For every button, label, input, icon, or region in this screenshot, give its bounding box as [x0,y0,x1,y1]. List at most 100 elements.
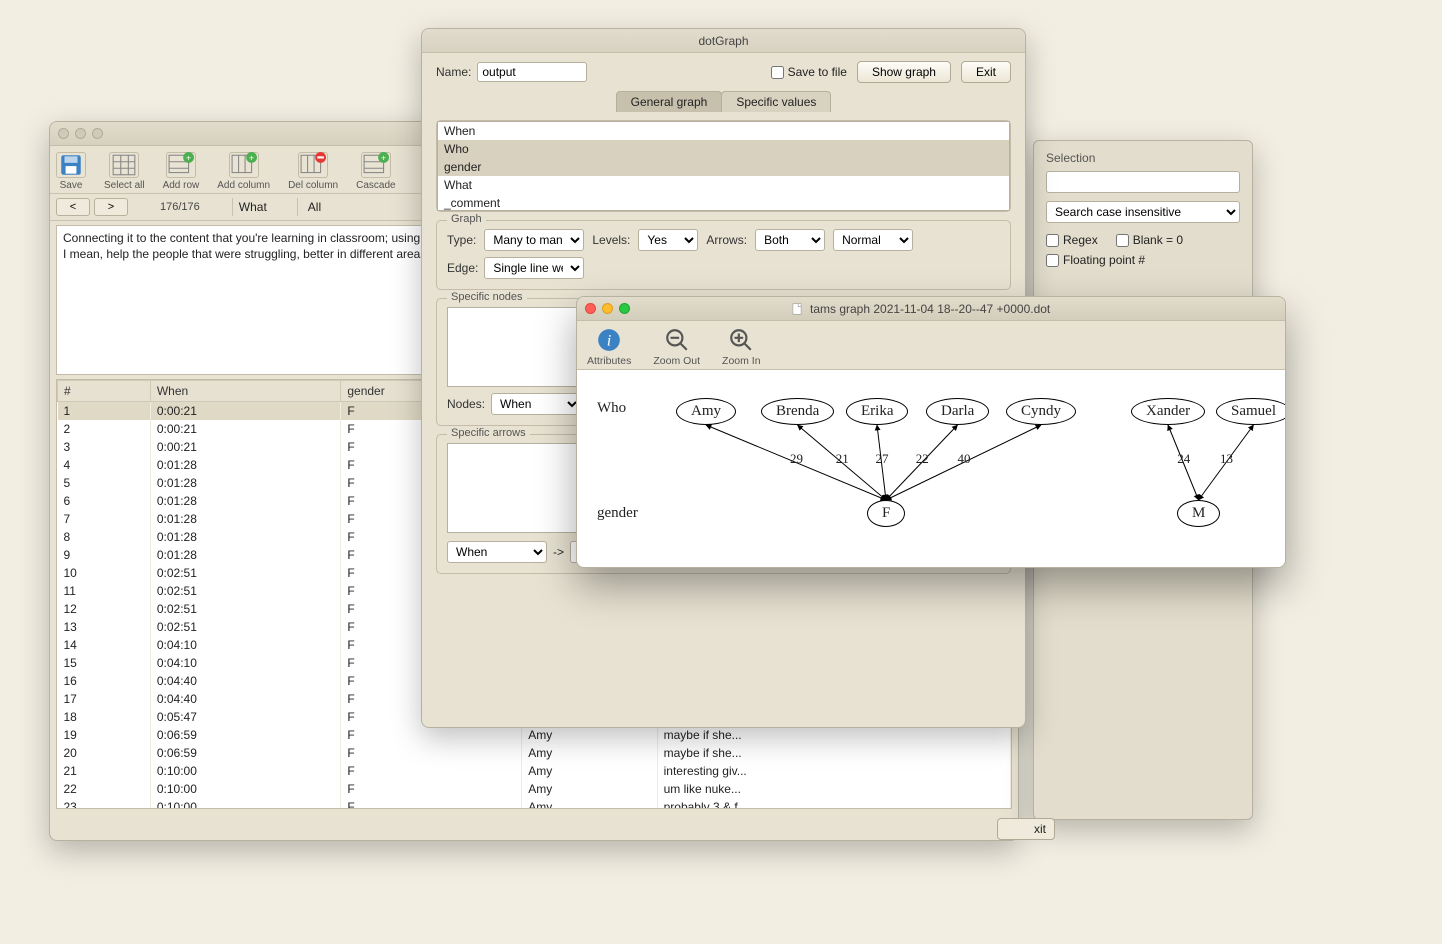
edge-label: Edge: [447,261,478,275]
table-row[interactable]: 190:06:59FAmymaybe if she... [58,726,1011,744]
dotgraph-titlebar[interactable]: dotGraph [422,29,1025,53]
select-all-button[interactable]: Select all [104,152,145,191]
type-label: Type: [447,233,476,247]
graph-viewer-window: tams graph 2021-11-04 18--20--47 +0000.d… [576,296,1286,568]
name-input[interactable] [477,62,587,82]
minimize-icon[interactable] [75,128,86,139]
zoom-out-icon [662,327,692,353]
minimize-icon[interactable] [602,303,613,314]
graph-node[interactable]: Xander [1131,398,1205,425]
edge-weight: 40 [958,451,971,467]
type-select[interactable]: Many to many [484,229,584,251]
zoom-out-button[interactable]: Zoom Out [653,327,700,367]
maximize-icon[interactable] [92,128,103,139]
zoom-in-icon [726,327,756,353]
graph-legend: Graph [447,213,486,225]
grid-plus-icon: + [166,152,196,178]
levels-label: Levels: [592,233,630,247]
arrow-style-select[interactable]: Normal [833,229,913,251]
nodes-select[interactable]: When [491,393,581,415]
graph-node[interactable]: Brenda [761,398,834,425]
edge-weight: 21 [836,451,849,467]
fields-listbox[interactable]: WhenWhogenderWhat_comment_coder [437,121,1010,211]
edge-weight: 29 [790,451,803,467]
table-row[interactable]: 230:10:00FAmyprobably 3 & f... [58,798,1011,809]
graph-title: tams graph 2021-11-04 18--20--47 +0000.d… [810,302,1050,316]
graph-node[interactable]: F [867,500,905,527]
edge-weight: 24 [1177,451,1190,467]
save-to-file-checkbox[interactable]: Save to file [771,65,847,79]
show-graph-button[interactable]: Show graph [857,61,951,83]
add-row-button[interactable]: + Add row [163,152,200,191]
svg-text:+: + [381,153,386,163]
list-item[interactable]: When [438,122,1009,140]
list-item[interactable]: Who [438,140,1009,158]
attributes-button[interactable]: i Attributes [587,327,631,367]
list-item[interactable]: gender [438,158,1009,176]
close-icon[interactable] [585,303,596,314]
document-icon [790,302,804,316]
toolbar-label: Del column [288,180,338,191]
graph-node[interactable]: Erika [846,398,908,425]
graph-canvas[interactable]: Who gender AmyBrendaErikaDarlaCyndyXande… [577,369,1285,568]
list-item[interactable]: _comment [438,194,1009,211]
next-button[interactable]: > [94,198,128,216]
graph-node[interactable]: Amy [676,398,736,425]
graph-titlebar[interactable]: tams graph 2021-11-04 18--20--47 +0000.d… [577,297,1285,321]
graph-node[interactable]: Cyndy [1006,398,1076,425]
prev-button[interactable]: < [56,198,90,216]
table-row[interactable]: 210:10:00FAmyinteresting giv... [58,762,1011,780]
edge-weight: 27 [876,451,889,467]
maximize-icon[interactable] [619,303,630,314]
grid-plus-col-icon: + [229,152,259,178]
all-columns[interactable]: All [302,198,341,216]
graph-toolbar: i Attributes Zoom Out Zoom In [577,321,1285,369]
column-header[interactable]: # [58,381,151,402]
graph-node[interactable]: M [1177,500,1220,527]
info-icon: i [594,327,624,353]
table-row[interactable]: 200:06:59FAmymaybe if she... [58,744,1011,762]
name-label: Name: [436,65,471,79]
column-header[interactable]: When [150,381,341,402]
edge-select[interactable]: Single line we [484,257,584,279]
toolbar-label: Select all [104,180,145,191]
arrow-from-select[interactable]: When [447,541,547,563]
record-counter: 176/176 [160,201,200,213]
regex-checkbox[interactable]: Regex [1046,233,1098,247]
table-row[interactable]: 220:10:00FAmyum like nuke... [58,780,1011,798]
toolbar-label: Cascade [356,180,395,191]
add-column-button[interactable]: + Add column [217,152,270,191]
search-mode-select[interactable]: Search case insensitive [1046,201,1240,223]
grid-minus-icon [298,152,328,178]
row-label-gender: gender [597,505,638,522]
float-checkbox[interactable]: Floating point # [1046,253,1145,267]
graph-node[interactable]: Darla [926,398,989,425]
selection-header: Selection [1046,151,1240,165]
arrows-select[interactable]: Both [755,229,825,251]
edge-weight: 13 [1220,451,1233,467]
zoom-in-button[interactable]: Zoom In [722,327,761,367]
toolbar-label: Save [60,180,83,191]
blank0-checkbox[interactable]: Blank = 0 [1116,233,1183,247]
graph-node[interactable]: Samuel [1216,398,1286,425]
toolbar-label: Add row [163,180,200,191]
cascade-button[interactable]: + Cascade [356,152,395,191]
toolbar-label: Add column [217,180,270,191]
save-button[interactable]: Save [56,152,86,191]
tab-specific-values[interactable]: Specific values [721,91,831,112]
exit-button-stub[interactable]: xit [997,818,1055,840]
nodes-legend: Specific nodes [447,291,527,303]
svg-text:+: + [249,153,254,163]
svg-text:i: i [607,331,612,349]
list-item[interactable]: What [438,176,1009,194]
levels-select[interactable]: Yes [638,229,698,251]
selection-input[interactable] [1046,171,1240,193]
close-icon[interactable] [58,128,69,139]
exit-button[interactable]: Exit [961,61,1011,83]
dotgraph-title: dotGraph [430,34,1017,48]
tab-general-graph[interactable]: General graph [616,91,723,112]
del-column-button[interactable]: Del column [288,152,338,191]
arrows-label: Arrows: [706,233,747,247]
column-selector[interactable]: What [232,198,298,216]
arrow-op: -> [553,545,564,559]
